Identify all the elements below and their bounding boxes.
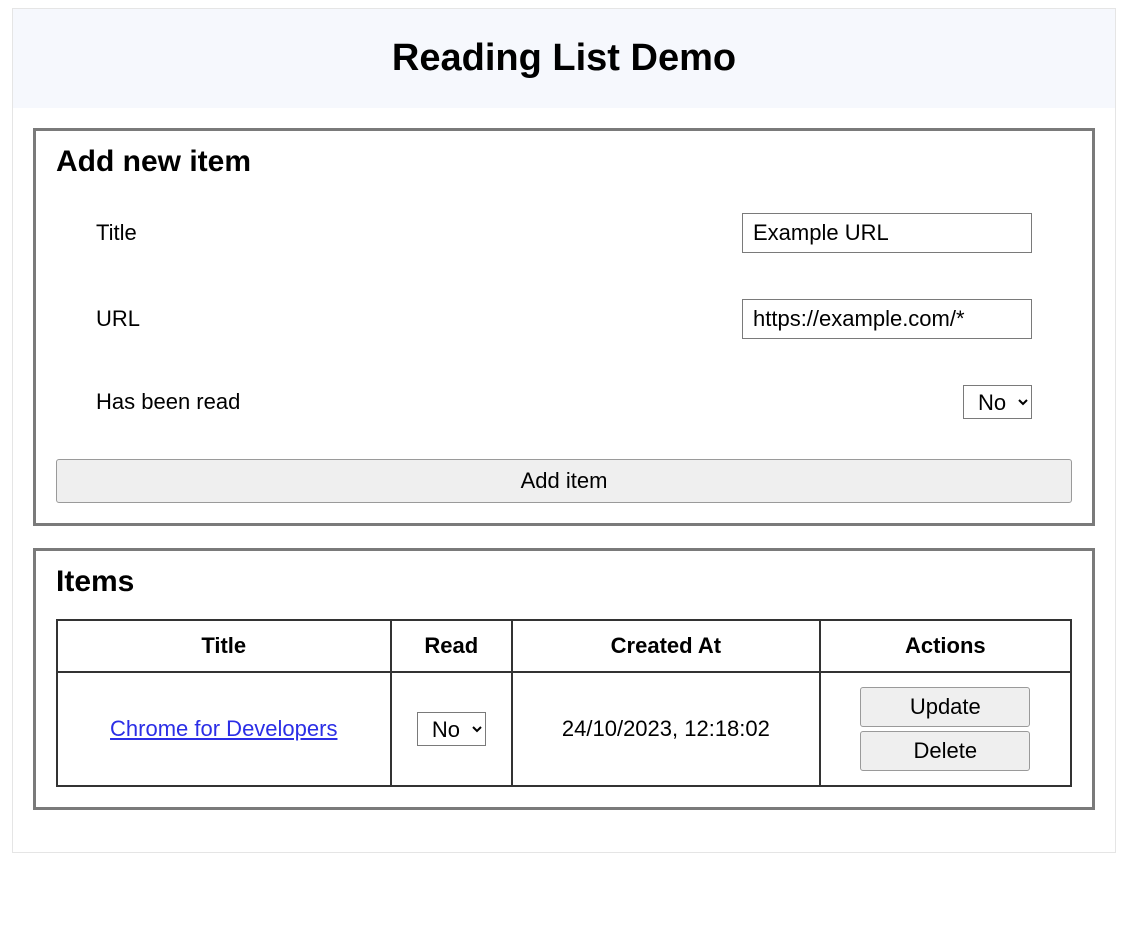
table-row: Chrome for Developers No 24/10/2023, 12:… (57, 672, 1071, 786)
add-item-heading: Add new item (56, 145, 1072, 179)
url-input[interactable] (742, 299, 1032, 339)
has-been-read-label: Has been read (96, 389, 240, 415)
row-created-at: 24/10/2023, 12:18:02 (512, 672, 819, 786)
title-input[interactable] (742, 213, 1032, 253)
item-title-link[interactable]: Chrome for Developers (110, 716, 337, 741)
app-header: Reading List Demo (13, 9, 1115, 108)
delete-button[interactable]: Delete (860, 731, 1030, 771)
items-heading: Items (56, 565, 1072, 599)
col-read: Read (391, 620, 513, 672)
col-actions: Actions (820, 620, 1071, 672)
has-been-read-select[interactable]: No (963, 385, 1032, 419)
col-created: Created At (512, 620, 819, 672)
items-panel: Items Title Read Created At Actions Chro… (33, 548, 1095, 810)
items-table: Title Read Created At Actions Chrome for… (56, 619, 1072, 787)
add-item-panel: Add new item Title URL Has been read No … (33, 128, 1095, 526)
title-label: Title (96, 220, 137, 246)
row-read-select[interactable]: No (417, 712, 486, 746)
update-button[interactable]: Update (860, 687, 1030, 727)
url-label: URL (96, 306, 140, 332)
page-title: Reading List Demo (33, 37, 1095, 80)
col-title: Title (57, 620, 391, 672)
add-item-button[interactable]: Add item (56, 459, 1072, 503)
